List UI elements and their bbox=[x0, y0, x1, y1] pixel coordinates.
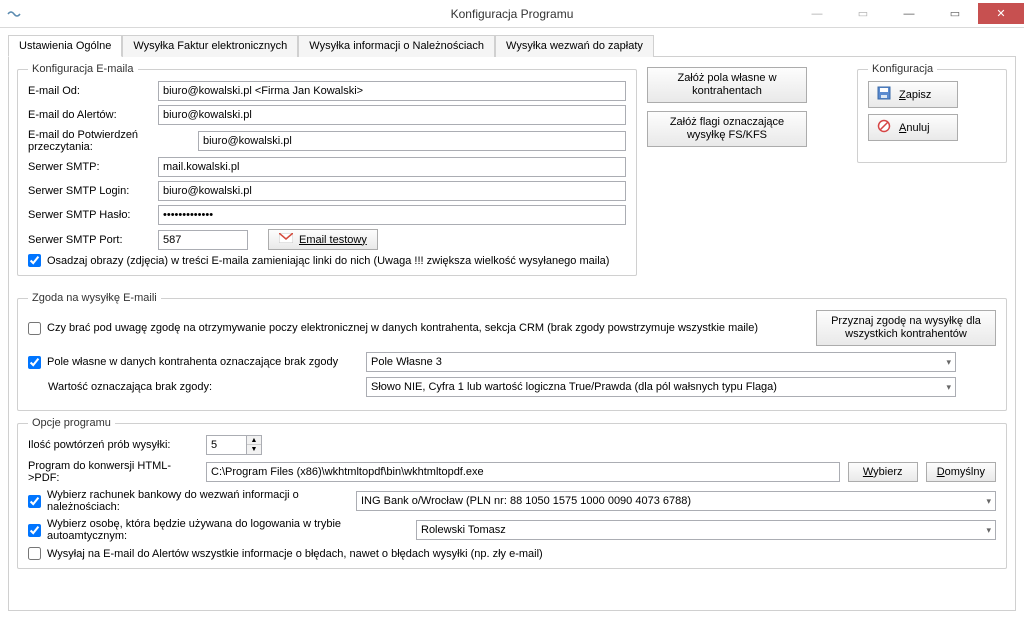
chevron-down-icon: ▾ bbox=[946, 382, 951, 393]
email-config-legend: Konfiguracja E-maila bbox=[28, 63, 138, 75]
create-flags-button[interactable]: Załóż flagi oznaczające wysyłkę FS/KFS bbox=[647, 111, 807, 147]
config-actions-legend: Konfiguracja bbox=[868, 63, 937, 75]
create-flags-label: Załóż flagi oznaczające wysyłkę FS/KFS bbox=[670, 116, 784, 141]
bank-select-value: ING Bank o/Wrocław (PLN nr: 88 1050 1575… bbox=[361, 495, 691, 507]
htmlpdf-input[interactable] bbox=[206, 462, 840, 482]
spin-down-icon[interactable]: ▼ bbox=[247, 445, 261, 454]
chevron-down-icon: ▾ bbox=[986, 496, 991, 507]
consent-group: Zgoda na wysyłkę E-maili Czy brać pod uw… bbox=[17, 292, 1007, 411]
email-readconf-label: E-mail do Potwierdzeń przeczytania: bbox=[28, 129, 198, 153]
save-button[interactable]: Zapisz bbox=[868, 81, 958, 108]
ownfield-label: Pole własne w danych kontrahenta oznacza… bbox=[47, 356, 338, 368]
window-buttons: — ▭ — ▭ ✕ bbox=[794, 3, 1024, 24]
tabstrip: Ustawienia Ogólne Wysyłka Faktur elektro… bbox=[8, 34, 1016, 57]
test-email-label: Email testowy bbox=[299, 234, 367, 246]
retries-spinner[interactable]: ▲ ▼ bbox=[206, 435, 262, 455]
noconsent-value-select-value: Słowo NIE, Cyfra 1 lub wartość logiczna … bbox=[371, 381, 777, 393]
side-buttons-column: Załóż pola własne w kontrahentach Załóż … bbox=[647, 63, 847, 282]
errors-email-checkbox[interactable] bbox=[28, 547, 41, 560]
smtp-server-label: Serwer SMTP: bbox=[28, 161, 158, 173]
smtp-login-label: Serwer SMTP Login: bbox=[28, 185, 158, 197]
minimize-button-inactive: — bbox=[794, 3, 840, 24]
consent-legend: Zgoda na wysyłkę E-maili bbox=[28, 292, 161, 304]
email-readconf-input[interactable] bbox=[198, 131, 626, 151]
create-own-fields-label: Załóż pola własne w kontrahentach bbox=[677, 72, 776, 97]
person-label: Wybierz osobę, która będzie używana do l… bbox=[47, 518, 408, 542]
noconsent-value-label: Wartość oznaczająca brak zgody: bbox=[28, 381, 358, 393]
person-select[interactable]: Rolewski Tomasz ▾ bbox=[416, 520, 996, 540]
tab-invoices[interactable]: Wysyłka Faktur elektronicznych bbox=[122, 35, 298, 57]
email-alerts-input[interactable] bbox=[158, 105, 626, 125]
smtp-port-input[interactable] bbox=[158, 230, 248, 250]
app-icon bbox=[6, 6, 22, 22]
ownfield-select[interactable]: Pole Własne 3 ▾ bbox=[366, 352, 956, 372]
cancel-icon bbox=[877, 119, 891, 136]
person-select-value: Rolewski Tomasz bbox=[421, 524, 506, 536]
program-options-group: Opcje programu Ilość powtórzeń prób wysy… bbox=[17, 417, 1007, 569]
bank-checkbox[interactable] bbox=[28, 495, 41, 508]
smtp-login-input[interactable] bbox=[158, 181, 626, 201]
cancel-label: Anuluj bbox=[899, 122, 930, 134]
embed-images-checkbox[interactable] bbox=[28, 254, 41, 267]
email-alerts-label: E-mail do Alertów: bbox=[28, 109, 158, 121]
tab-demands[interactable]: Wysyłka wezwań do zapłaty bbox=[495, 35, 654, 57]
grant-consent-button[interactable]: Przyznaj zgodę na wysyłkę dla wszystkich… bbox=[816, 310, 996, 346]
retries-label: Ilość powtórzeń prób wysyłki: bbox=[28, 439, 198, 451]
window-title: Konfiguracja Programu bbox=[451, 7, 574, 21]
email-config-group: Konfiguracja E-maila E-mail Od: E-mail d… bbox=[17, 63, 637, 276]
chevron-down-icon: ▾ bbox=[946, 357, 951, 368]
smtp-server-input[interactable] bbox=[158, 157, 626, 177]
smtp-port-label: Serwer SMTP Port: bbox=[28, 234, 158, 246]
test-email-button[interactable]: Email testowy bbox=[268, 229, 378, 250]
smtp-pass-label: Serwer SMTP Hasło: bbox=[28, 209, 158, 221]
embed-images-label: Osadzaj obrazy (zdjęcia) w treści E-mail… bbox=[47, 255, 609, 267]
email-from-label: E-mail Od: bbox=[28, 85, 158, 97]
default-button[interactable]: Domyślny bbox=[926, 462, 996, 482]
smtp-pass-input[interactable] bbox=[158, 205, 626, 225]
ownfield-select-value: Pole Własne 3 bbox=[371, 356, 442, 368]
maximize-button[interactable]: ▭ bbox=[932, 3, 978, 24]
tab-general[interactable]: Ustawienia Ogólne bbox=[8, 35, 122, 57]
program-options-legend: Opcje programu bbox=[28, 417, 115, 429]
minimize-button[interactable]: — bbox=[886, 3, 932, 24]
noconsent-value-select[interactable]: Słowo NIE, Cyfra 1 lub wartość logiczna … bbox=[366, 377, 956, 397]
maximize-button-inactive: ▭ bbox=[840, 3, 886, 24]
save-label: Zapisz bbox=[899, 89, 931, 101]
bank-label: Wybierz rachunek bankowy do wezwań infor… bbox=[47, 489, 348, 513]
spin-up-icon[interactable]: ▲ bbox=[247, 436, 261, 445]
content-area: Ustawienia Ogólne Wysyłka Faktur elektro… bbox=[0, 28, 1024, 617]
config-actions-group: Konfiguracja Zapisz Anuluj bbox=[857, 63, 1007, 163]
cancel-button[interactable]: Anuluj bbox=[868, 114, 958, 141]
tab-panel: Konfiguracja E-maila E-mail Od: E-mail d… bbox=[8, 57, 1016, 611]
ownfield-checkbox[interactable] bbox=[28, 356, 41, 369]
create-own-fields-button[interactable]: Załóż pola własne w kontrahentach bbox=[647, 67, 807, 103]
htmlpdf-label: Program do konwersji HTML->PDF: bbox=[28, 460, 198, 484]
crm-consent-checkbox[interactable] bbox=[28, 322, 41, 335]
tab-receivables[interactable]: Wysyłka informacji o Należnościach bbox=[298, 35, 495, 57]
retries-input[interactable] bbox=[206, 435, 246, 455]
grant-consent-label: Przyznaj zgodę na wysyłkę dla wszystkich… bbox=[831, 315, 981, 340]
errors-email-label: Wysyłaj na E-mail do Alertów wszystkie i… bbox=[47, 548, 543, 560]
close-button[interactable]: ✕ bbox=[978, 3, 1024, 24]
crm-consent-label: Czy brać pod uwagę zgodę na otrzymywanie… bbox=[47, 322, 758, 334]
titlebar: Konfiguracja Programu — ▭ — ▭ ✕ bbox=[0, 0, 1024, 28]
save-icon bbox=[877, 86, 891, 103]
chevron-down-icon: ▾ bbox=[986, 525, 991, 536]
choose-button[interactable]: Wybierz bbox=[848, 462, 918, 482]
bank-select[interactable]: ING Bank o/Wrocław (PLN nr: 88 1050 1575… bbox=[356, 491, 996, 511]
email-from-input[interactable] bbox=[158, 81, 626, 101]
person-checkbox[interactable] bbox=[28, 524, 41, 537]
gmail-icon bbox=[279, 233, 293, 246]
